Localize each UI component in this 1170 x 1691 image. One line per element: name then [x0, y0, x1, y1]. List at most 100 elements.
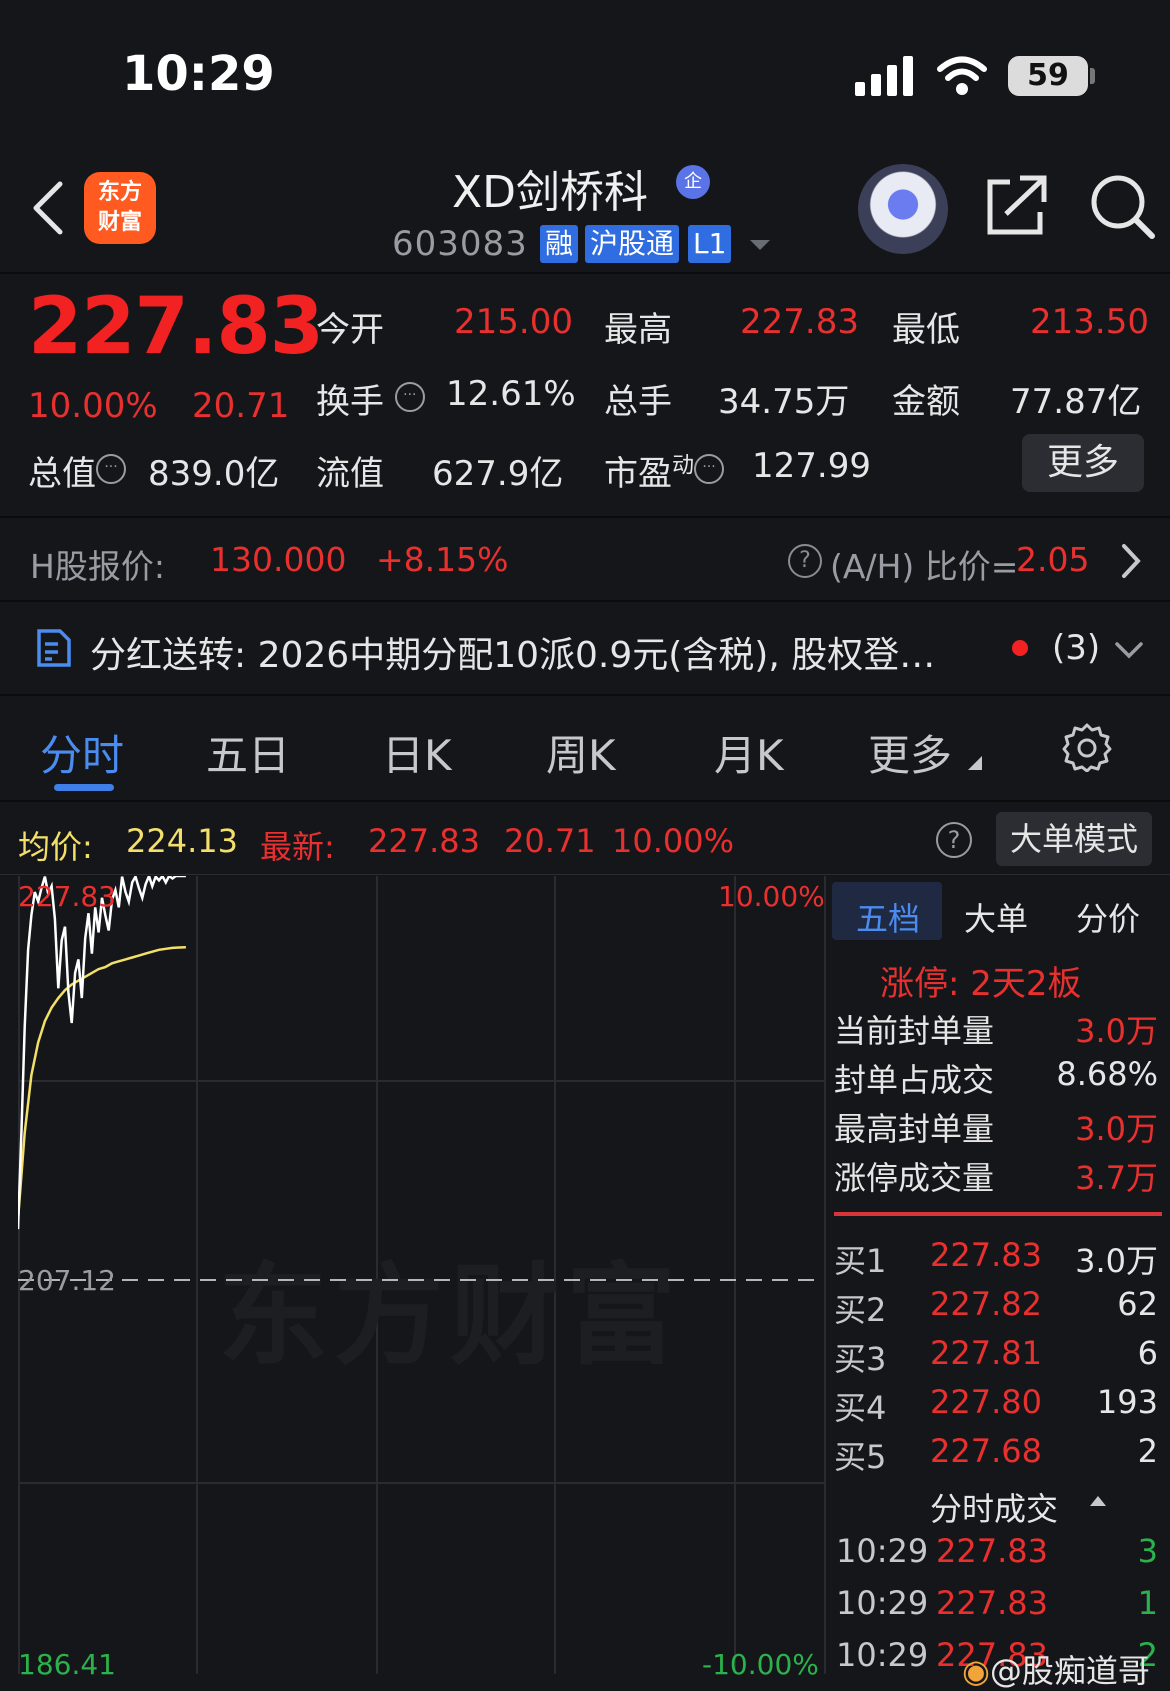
gear-icon[interactable] [1062, 722, 1112, 772]
seal-stat-value: 3.0万 [1075, 1012, 1158, 1050]
bid-level-label: 买2 [834, 1291, 887, 1329]
avg-price-value: 224.13 [126, 822, 238, 860]
high-label: 最高 [604, 310, 672, 350]
more-info-icon: ··· [394, 382, 425, 412]
divider [0, 694, 1170, 696]
tab-daily-k[interactable]: 日K [382, 722, 452, 783]
float-cap-label: 流值 [316, 454, 384, 494]
chevron-right-icon[interactable] [1120, 542, 1144, 580]
bid-level-label: 买1 [834, 1242, 887, 1280]
seal-stat-label: 当前封单量 [834, 1012, 995, 1050]
volume-label: 总手 [604, 382, 672, 422]
bid-level-price: 227.68 [930, 1432, 1042, 1470]
wifi-icon [937, 56, 987, 95]
change-percent: 10.00% [28, 386, 158, 426]
bid-level-label: 买5 [834, 1438, 887, 1476]
subtab-five-levels[interactable]: 五档 [856, 894, 920, 940]
weibo-icon: ◉ [962, 1652, 990, 1690]
pct-axis-top-label: 10.00% [718, 880, 825, 913]
avg-price-label: 均价: [18, 828, 93, 866]
tab-active-indicator [54, 784, 114, 791]
turnover-label: 换手 ··· [316, 374, 425, 423]
seal-stat-label: 涨停成交量 [834, 1159, 995, 1197]
caret-down-icon[interactable] [748, 238, 772, 252]
tab-monthly-k[interactable]: 月K [714, 722, 784, 783]
help-icon[interactable]: ? [788, 544, 822, 578]
tick-trades-title[interactable]: 分时成交 [930, 1484, 1058, 1530]
battery-indicator: 59 [1008, 56, 1088, 96]
tag-level1: L1 [688, 225, 732, 263]
stock-name: XD剑桥科 [452, 167, 649, 218]
price-line [18, 876, 186, 1230]
document-icon [37, 629, 71, 667]
bid-level-volume: 62 [1117, 1285, 1158, 1323]
limit-up-status: 涨停: 2天2板 [880, 964, 1082, 1004]
turnover-value: 12.61% [446, 374, 576, 414]
more-info-icon: ··· [694, 454, 725, 484]
tick-volume: 3 [1137, 1532, 1158, 1570]
bid-level-price: 227.80 [930, 1383, 1042, 1421]
seal-stat-value: 3.7万 [1075, 1159, 1158, 1197]
bid-level-volume: 3.0万 [1075, 1242, 1158, 1280]
pe-label: 市盈动 ··· [604, 446, 725, 495]
tag-shanghai-connect: 沪股通 [585, 225, 680, 263]
divider [0, 874, 1170, 875]
y-axis-bottom-label: 186.41 [18, 1648, 116, 1681]
divider [0, 800, 1170, 802]
bid-level-price: 227.81 [930, 1334, 1042, 1372]
float-cap-value: 627.9亿 [432, 454, 564, 494]
bid-level-volume: 193 [1096, 1383, 1158, 1421]
tick-time: 10:29 [836, 1636, 929, 1674]
chevron-down-icon[interactable] [1114, 640, 1144, 660]
help-icon[interactable]: ? [936, 822, 972, 858]
tab-more[interactable]: 更多 [868, 722, 952, 783]
h-share-price: 130.000 [210, 540, 347, 579]
divider [0, 600, 1170, 602]
y-axis-mid-label: 207.12 [18, 1264, 116, 1297]
latest-pct: 10.00% [612, 822, 735, 860]
unread-dot [1012, 640, 1028, 656]
low-label: 最低 [892, 310, 960, 350]
enterprise-badge: 企 [676, 165, 710, 199]
stock-code: 603083 [392, 224, 528, 264]
tab-intraday[interactable]: 分时 [40, 722, 124, 783]
tick-price: 227.83 [936, 1532, 1048, 1570]
subtab-big-orders[interactable]: 大单 [964, 894, 1028, 940]
open-label: 今开 [316, 310, 384, 350]
tab-five-day[interactable]: 五日 [206, 722, 290, 783]
volume-value: 34.75万 [718, 382, 850, 422]
market-cap-label: 总值 ··· [28, 446, 126, 495]
corner-triangle-icon [968, 756, 982, 770]
caret-up-icon[interactable] [1090, 1494, 1106, 1506]
search-icon[interactable] [1088, 172, 1156, 240]
dividend-text[interactable]: 分红送转: 2026中期分配10派0.9元(含税), 股权登… [90, 626, 935, 678]
current-price: 227.83 [28, 282, 324, 372]
y-axis-top-label: 227.83 [18, 880, 116, 913]
back-arrow-icon[interactable] [30, 180, 66, 236]
average-price-line [18, 946, 186, 1220]
divider [834, 1212, 1162, 1216]
tab-weekly-k[interactable]: 周K [546, 722, 616, 783]
ah-ratio-label: (A/H) 比价= [830, 547, 1019, 586]
high-value: 227.83 [740, 302, 859, 342]
bid-level-price: 227.82 [930, 1285, 1042, 1323]
share-icon[interactable] [984, 172, 1048, 238]
tick-price: 227.83 [936, 1584, 1048, 1622]
tick-time: 10:29 [836, 1532, 929, 1570]
big-order-mode-button[interactable]: 大单模式 [996, 812, 1152, 866]
subtab-price-distribution[interactable]: 分价 [1076, 894, 1140, 940]
seal-stat-label: 最高封单量 [834, 1110, 995, 1148]
pct-axis-bottom-label: -10.00% [702, 1648, 819, 1681]
bid-level-volume: 2 [1137, 1432, 1158, 1470]
more-button[interactable]: 更多 [1022, 434, 1144, 492]
bid-level-price: 227.83 [930, 1236, 1042, 1274]
seal-stat-value: 3.0万 [1075, 1110, 1158, 1148]
low-value: 213.50 [1030, 302, 1149, 342]
assistant-avatar[interactable] [858, 164, 948, 254]
open-value: 215.00 [454, 302, 573, 342]
amount-label: 金额 [892, 382, 960, 422]
divider [0, 272, 1170, 274]
intraday-chart[interactable] [18, 876, 824, 1674]
seal-stat-label: 封单占成交 [834, 1061, 995, 1099]
latest-label: 最新: [260, 828, 335, 866]
